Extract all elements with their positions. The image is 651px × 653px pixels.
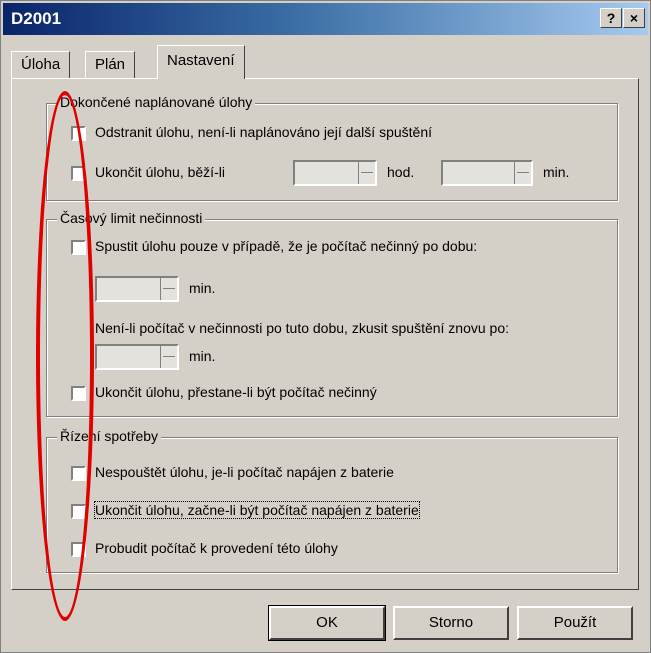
hours-unit-label: hod. <box>387 164 415 180</box>
stop-when-busy-label: Ukončit úlohu, přestane-li být počítač n… <box>95 384 377 400</box>
completed-tasks-legend: Dokončené naplánované úlohy <box>57 94 256 110</box>
completed-tasks-group: Dokončené naplánované úlohy Odstranit úl… <box>46 94 618 201</box>
idle-time-group: Časový limit nečinnosti Spustit úlohu po… <box>46 210 618 417</box>
delete-task-checkbox[interactable] <box>71 126 86 141</box>
retry-minutes-spinner[interactable] <box>95 344 179 370</box>
wake-computer-label: Probudit počítač k provedení této úlohy <box>95 540 338 556</box>
stop-on-battery-label: Ukončit úlohu, začne-li být počítač napá… <box>94 501 420 519</box>
idle-time-legend: Časový limit nečinnosti <box>57 210 206 226</box>
stop-task-checkbox[interactable] <box>71 166 86 181</box>
retry-minutes-unit: min. <box>189 348 216 364</box>
delete-task-label: Odstranit úlohu, není-li naplánováno jej… <box>95 124 432 140</box>
minutes-spinner-arrows[interactable] <box>514 162 531 184</box>
hours-spinner-arrows[interactable] <box>358 162 375 184</box>
tab-schedule[interactable]: Plán <box>85 51 136 79</box>
cancel-button[interactable]: Storno <box>393 606 509 640</box>
no-battery-start-label: Nespouštět úlohu, je-li počítač napájen … <box>95 464 394 480</box>
tab-task[interactable]: Úloha <box>11 51 71 79</box>
no-battery-start-checkbox[interactable] <box>71 466 86 481</box>
settings-panel: Dokončené naplánované úlohy Odstranit úl… <box>11 78 639 590</box>
idle-minutes-spinner[interactable] <box>95 276 179 302</box>
task-settings-dialog: D2001 ? × Úloha Plán Nastavení Dokončené… <box>0 0 651 653</box>
idle-minutes-spinner-arrows[interactable] <box>160 278 177 300</box>
wake-computer-checkbox[interactable] <box>71 542 86 557</box>
retry-label: Není-li počítač v nečinnosti po tuto dob… <box>95 320 510 336</box>
stop-on-battery-checkbox[interactable] <box>71 504 86 519</box>
idle-minutes-unit: min. <box>189 280 216 296</box>
stop-when-busy-checkbox[interactable] <box>71 386 86 401</box>
tab-settings[interactable]: Nastavení <box>157 45 245 79</box>
minutes-unit-label: min. <box>543 164 570 180</box>
start-if-idle-checkbox[interactable] <box>71 240 86 255</box>
ok-button[interactable]: OK <box>268 605 386 641</box>
power-management-legend: Řízení spotřeby <box>57 428 162 444</box>
title-bar[interactable]: D2001 ? × <box>3 3 648 35</box>
start-if-idle-label: Spustit úlohu pouze v případě, že je poč… <box>95 238 478 254</box>
retry-minutes-spinner-arrows[interactable] <box>160 346 177 368</box>
help-button[interactable]: ? <box>600 8 622 28</box>
minutes-spinner[interactable] <box>441 160 533 186</box>
hours-spinner[interactable] <box>293 160 377 186</box>
power-management-group: Řízení spotřeby Nespouštět úlohu, je-li … <box>46 428 618 573</box>
close-button[interactable]: × <box>623 8 645 28</box>
window-title: D2001 <box>11 9 62 28</box>
stop-task-label: Ukončit úlohu, běží-li <box>95 164 225 180</box>
apply-button[interactable]: Použít <box>517 606 633 640</box>
